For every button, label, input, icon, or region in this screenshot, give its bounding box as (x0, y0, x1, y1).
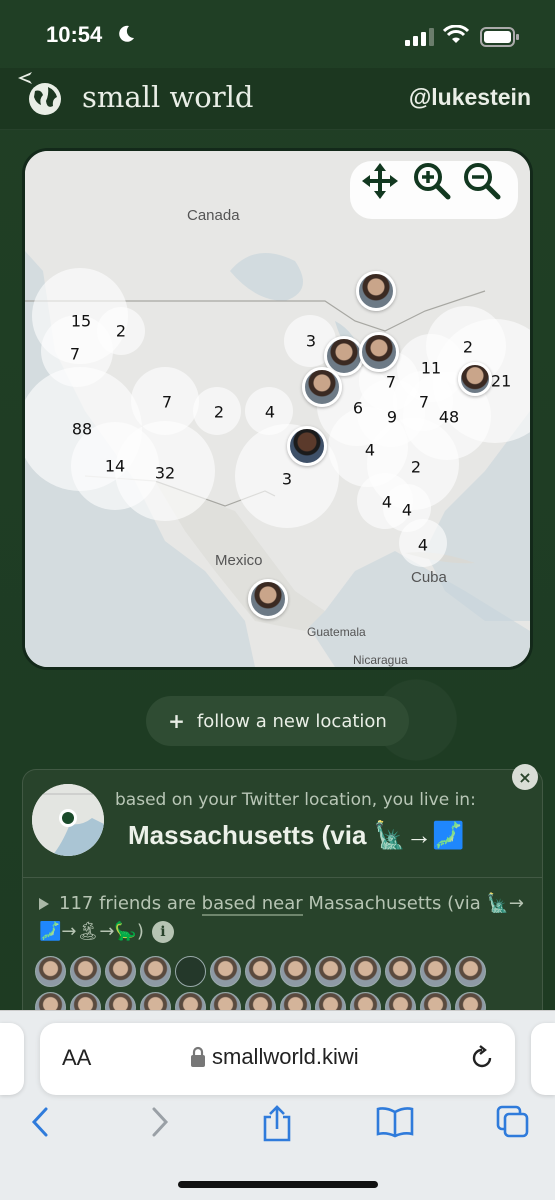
avatar-pin[interactable] (287, 426, 327, 466)
map-cluster[interactable]: 48 (439, 408, 459, 427)
map-cluster[interactable]: 2 (214, 403, 224, 422)
url-text[interactable]: smallworld.kiwi (212, 1044, 359, 1070)
close-icon[interactable]: × (512, 764, 538, 790)
avatar-pin[interactable] (359, 332, 399, 372)
map-cluster[interactable]: 3 (282, 470, 292, 489)
text-size-label: AA (62, 1045, 92, 1070)
reload-icon[interactable] (469, 1045, 495, 1071)
back-icon[interactable] (28, 1105, 52, 1139)
map-cluster[interactable]: 7 (419, 393, 429, 412)
map-label-canada: Canada (187, 207, 240, 224)
location-card: × based on your Twitter location, you li… (22, 764, 543, 1029)
tabs-icon[interactable] (496, 1105, 530, 1139)
browser-toolbar: AA smallworld.kiwi (0, 1010, 555, 1200)
location-name: Massachusetts (via 🗽→🗾 (128, 820, 465, 850)
disclosure-triangle-icon[interactable] (39, 898, 49, 910)
map-cluster[interactable]: 9 (387, 408, 397, 427)
map-cluster[interactable]: 4 (418, 536, 428, 555)
location-caption: based on your Twitter location, you live… (115, 790, 476, 810)
follow-location-label: follow a new location (196, 710, 387, 732)
based-near-link[interactable]: based near (201, 893, 303, 916)
friend-avatar[interactable] (35, 956, 66, 987)
globe-icon[interactable] (27, 81, 63, 117)
home-indicator (178, 1181, 378, 1188)
username-link[interactable]: @lukestein (409, 84, 531, 111)
status-bar: 10:54 (0, 0, 555, 68)
map-cluster[interactable]: 7 (386, 373, 396, 392)
friends-summary[interactable]: 117 friends are based near Massachusetts… (39, 890, 529, 946)
friend-avatar[interactable] (70, 956, 101, 987)
friend-avatar[interactable] (105, 956, 136, 987)
map-cluster[interactable]: 4 (382, 493, 392, 512)
friend-avatar[interactable] (350, 956, 381, 987)
map-cluster[interactable]: 11 (421, 359, 441, 378)
map-label-nicaragua: Nicaragua (353, 653, 408, 667)
battery-icon (480, 27, 519, 47)
map-cluster[interactable]: 2 (463, 338, 473, 357)
avatar-pin[interactable] (356, 271, 396, 311)
map-cluster[interactable]: 4 (402, 501, 412, 520)
share-icon[interactable] (260, 1105, 294, 1143)
follow-location-button[interactable]: + follow a new location (146, 696, 409, 746)
location-mini-map (32, 784, 104, 856)
lock-icon (191, 1046, 205, 1067)
card-divider (23, 877, 542, 878)
address-bar[interactable]: AA smallworld.kiwi (40, 1023, 515, 1095)
avatar-pin[interactable] (302, 367, 342, 407)
map-label-mexico: Mexico (215, 552, 263, 569)
friend-avatar[interactable] (385, 956, 416, 987)
friend-avatar[interactable] (175, 956, 206, 987)
move-icon[interactable] (360, 161, 400, 201)
friend-avatar[interactable] (315, 956, 346, 987)
zoom-in-icon[interactable] (412, 161, 452, 201)
map-cluster[interactable]: 32 (155, 464, 175, 483)
status-time: 10:54 (46, 22, 103, 47)
map-label-cuba: Cuba (411, 569, 447, 586)
friend-avatar[interactable] (455, 956, 486, 987)
friend-avatar[interactable] (245, 956, 276, 987)
next-tab[interactable] (531, 1023, 555, 1095)
map-cluster[interactable]: 2 (411, 458, 421, 477)
previous-tab[interactable] (0, 1023, 24, 1095)
map-controls (350, 161, 518, 219)
wifi-icon (443, 25, 469, 43)
friend-avatar-row (35, 956, 486, 987)
friends-count-text: 117 friends are (59, 893, 202, 914)
map-cluster[interactable]: 7 (162, 393, 172, 412)
zoom-out-icon[interactable] (462, 161, 502, 201)
map-cluster[interactable]: 2 (116, 322, 126, 341)
map-cluster[interactable]: 6 (353, 399, 363, 418)
map-cluster[interactable]: 15 (71, 312, 91, 331)
app-title[interactable]: small world (82, 80, 253, 114)
app-header: small world @lukestein (0, 68, 555, 130)
avatar-pin[interactable] (248, 579, 288, 619)
friend-avatar[interactable] (140, 956, 171, 987)
text-size-button[interactable]: AA (62, 1045, 91, 1071)
friend-avatar[interactable] (420, 956, 451, 987)
forward-icon[interactable] (148, 1105, 172, 1139)
map-cluster[interactable]: 88 (72, 420, 92, 439)
map-cluster[interactable]: 14 (105, 457, 125, 476)
avatar-pin[interactable] (458, 362, 492, 396)
info-icon[interactable]: i (151, 921, 174, 943)
map-cluster[interactable]: 3 (306, 332, 316, 351)
map-cluster[interactable]: 4 (365, 441, 375, 460)
bookmarks-icon[interactable] (376, 1105, 414, 1139)
map-label-guatemala: Guatemala (307, 625, 366, 639)
friends-map[interactable]: Canada Mexico Cuba Guatemala Nicaragua 1… (22, 148, 533, 670)
plus-icon: + (168, 709, 185, 733)
signal-icon (405, 28, 434, 46)
friend-avatar[interactable] (280, 956, 311, 987)
map-cluster[interactable]: 4 (265, 403, 275, 422)
map-cluster[interactable]: 7 (70, 345, 80, 364)
moon-icon (119, 25, 134, 42)
friend-avatar[interactable] (210, 956, 241, 987)
